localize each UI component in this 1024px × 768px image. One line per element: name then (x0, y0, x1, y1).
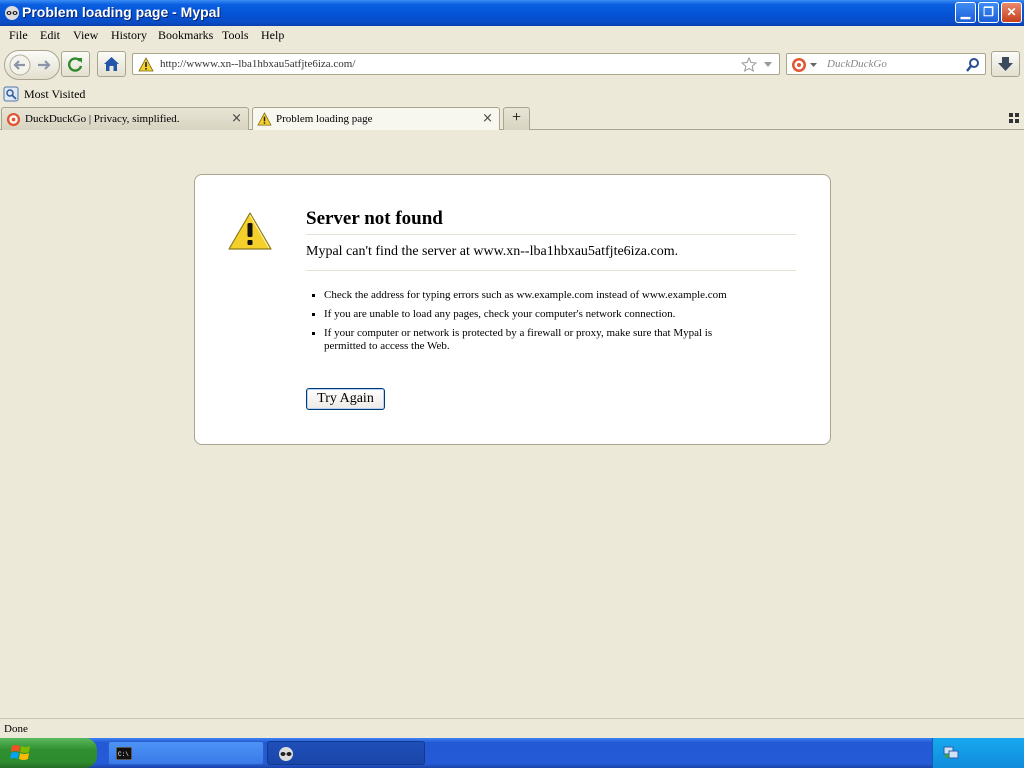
bookmark-star-icon[interactable] (741, 57, 757, 72)
menu-view[interactable]: View (73, 28, 98, 43)
most-visited-bookmark[interactable]: Most Visited (24, 87, 85, 102)
menu-help[interactable]: Help (261, 28, 284, 43)
warning-tab-icon (257, 112, 272, 126)
search-bar[interactable]: DuckDuckGo (786, 53, 986, 75)
list-item: If your computer or network is protected… (306, 327, 746, 353)
duckduckgo-icon[interactable] (791, 57, 807, 73)
start-button[interactable] (0, 738, 97, 768)
warning-large-icon (228, 212, 272, 250)
window-titlebar[interactable]: Problem loading page - Mypal ▁ ❐ ✕ (0, 0, 1024, 26)
close-tab-icon[interactable]: × (231, 111, 242, 126)
menu-edit[interactable]: Edit (40, 28, 60, 43)
close-window-button[interactable]: ✕ (1001, 2, 1022, 23)
tab-problem-loading[interactable]: Problem loading page × (252, 107, 500, 131)
search-icon[interactable] (965, 57, 981, 73)
forward-arrow-icon[interactable] (35, 56, 53, 74)
error-short-description: Mypal can't find the server at www.xn--l… (306, 244, 796, 271)
error-suggestions-list: Check the address for typing errors such… (306, 289, 746, 359)
home-icon (104, 57, 119, 71)
tab-strip: DuckDuckGo | Privacy, simplified. × Prob… (0, 104, 1024, 131)
status-text: Done (4, 723, 28, 735)
tab-label: DuckDuckGo | Privacy, simplified. (25, 113, 180, 125)
try-again-button[interactable]: Try Again (306, 388, 385, 410)
menu-history[interactable]: History (111, 28, 147, 43)
reload-icon (68, 57, 83, 72)
downloads-button[interactable] (991, 51, 1020, 77)
warning-icon (138, 57, 154, 72)
windows-logo-icon (10, 745, 30, 760)
page-content: Server not found Mypal can't find the se… (0, 130, 1024, 718)
url-text[interactable]: http://wwww.xn--lba1hbxau5atfjte6iza.com… (160, 58, 355, 70)
search-input[interactable]: DuckDuckGo (827, 58, 887, 70)
duckduckgo-tab-icon (6, 112, 21, 127)
menu-file[interactable]: File (9, 28, 28, 43)
taskbar-item-mypal[interactable] (267, 741, 425, 765)
navigation-toolbar: http://wwww.xn--lba1hbxau5atfjte6iza.com… (0, 46, 1024, 84)
download-arrow-icon (998, 57, 1013, 71)
minimize-button[interactable]: ▁ (955, 2, 976, 23)
mypal-app-icon (5, 6, 19, 20)
mypal-icon (279, 747, 293, 761)
list-item: Check the address for typing errors such… (306, 289, 746, 302)
system-tray (932, 738, 1024, 768)
url-bar[interactable]: http://wwww.xn--lba1hbxau5atfjte6iza.com… (132, 53, 780, 75)
windows-taskbar: C:\ (0, 738, 1024, 768)
maximize-button[interactable]: ❐ (978, 2, 999, 23)
error-page-container: Server not found Mypal can't find the se… (194, 174, 831, 445)
most-visited-icon (3, 86, 19, 102)
tab-duckduckgo[interactable]: DuckDuckGo | Privacy, simplified. × (1, 107, 249, 130)
reload-button[interactable] (61, 51, 90, 77)
url-dropdown-icon[interactable] (763, 61, 773, 69)
menu-bookmarks[interactable]: Bookmarks (158, 28, 213, 43)
error-title: Server not found (306, 208, 796, 235)
close-tab-icon[interactable]: × (482, 111, 493, 126)
tab-list-icon[interactable] (1009, 113, 1019, 123)
network-tray-icon[interactable] (943, 744, 959, 760)
taskbar-item-console[interactable]: C:\ (108, 741, 264, 765)
menu-bar: File Edit View History Bookmarks Tools H… (0, 26, 1024, 46)
tab-label: Problem loading page (276, 113, 373, 125)
svg-text:C:\: C:\ (118, 751, 129, 758)
new-tab-button[interactable]: + (503, 107, 530, 130)
home-button[interactable] (97, 51, 126, 77)
back-arrow-icon[interactable] (8, 54, 32, 76)
search-engine-dropdown-icon[interactable] (810, 63, 817, 68)
bookmarks-toolbar: Most Visited (0, 84, 1024, 104)
window-title: Problem loading page - Mypal (22, 4, 221, 20)
menu-tools[interactable]: Tools (222, 28, 249, 43)
list-item: If you are unable to load any pages, che… (306, 308, 746, 321)
back-forward-group (4, 50, 60, 80)
status-bar: Done (0, 718, 1024, 738)
console-icon: C:\ (116, 747, 132, 760)
